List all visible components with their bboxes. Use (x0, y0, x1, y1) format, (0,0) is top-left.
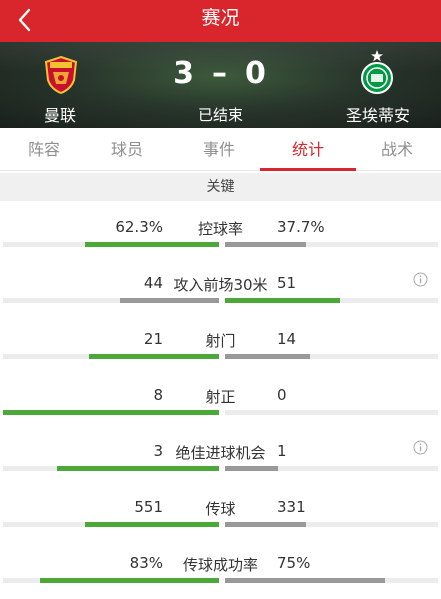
stat-row-shots: 21 射门 14 (0, 316, 441, 372)
home-stat-bar-track (3, 242, 219, 247)
away-stat-bar (225, 298, 341, 303)
stat-row-big-chances: 3 绝佳进球机会 1 (0, 428, 441, 484)
away-stat-bar (225, 466, 279, 471)
away-stat-bar-track (225, 522, 438, 527)
tab-lineup[interactable]: 阵容 (0, 128, 88, 170)
away-stat-bar-track (225, 242, 438, 247)
home-score: 3 (173, 56, 196, 91)
stat-name: 控球率 (197, 220, 243, 238)
away-stat-bar-track (225, 354, 438, 359)
stat-name: 攻入前场30米 (173, 276, 268, 294)
home-stat-value: 21 (143, 330, 163, 348)
away-team-name[interactable]: 圣埃蒂安 (338, 102, 418, 126)
stat-row-pass-accuracy: 83% 传球成功率 75% (0, 540, 441, 596)
home-stat-value: 83% (129, 554, 163, 572)
info-icon[interactable] (413, 440, 428, 455)
home-stat-bar (85, 242, 219, 247)
stat-name: 绝佳进球机会 (175, 444, 266, 462)
match-score-header: 曼联 3–0 已结束 圣埃蒂安 (0, 42, 441, 128)
info-icon[interactable] (413, 272, 428, 287)
match-tabs: 阵容 球员 事件 统计 战术 (0, 128, 441, 171)
tab-stats[interactable]: 统计 (260, 128, 356, 171)
home-stat-value: 44 (143, 274, 163, 292)
stat-row-final-third-entries: 44 攻入前场30米 51 (0, 260, 441, 316)
home-stat-bar (3, 410, 219, 415)
away-stat-bar (225, 242, 306, 247)
away-stat-bar-track (225, 410, 438, 415)
away-stat-value: 37.7% (277, 218, 325, 236)
away-stat-value: 0 (277, 386, 287, 404)
home-stat-bar (39, 578, 219, 583)
stats-list: 62.3% 控球率 37.7% 44 攻入前场30米 51 21 射门 14 8… (0, 204, 441, 596)
away-stat-bar (225, 578, 385, 583)
home-stat-bar-track (3, 522, 219, 527)
away-stat-value: 75% (277, 554, 311, 572)
stat-name: 传球 (205, 500, 236, 518)
stat-name: 射门 (205, 332, 236, 350)
home-stat-value: 62.3% (115, 218, 163, 236)
home-stat-bar (119, 298, 219, 303)
page-title: 赛况 (201, 7, 240, 29)
home-stat-bar (89, 354, 219, 359)
away-stat-value: 14 (277, 330, 297, 348)
home-stat-value: 551 (134, 498, 163, 516)
section-header-key: 关键 (0, 173, 441, 201)
away-team-logo-icon[interactable] (359, 50, 395, 94)
home-stat-bar-track (3, 298, 219, 303)
home-stat-bar-track (3, 578, 219, 583)
tab-events[interactable]: 事件 (175, 128, 263, 170)
away-stat-value: 1 (277, 442, 287, 460)
stat-row-shots-on-target: 8 射正 0 (0, 372, 441, 428)
away-stat-value: 331 (277, 498, 306, 516)
home-stat-bar (85, 522, 219, 527)
score-separator: – (212, 56, 229, 91)
home-stat-value: 8 (153, 386, 163, 404)
away-stat-bar-track (225, 466, 438, 471)
stat-name: 射正 (205, 388, 236, 406)
away-stat-bar (225, 354, 311, 359)
stat-name: 传球成功率 (182, 556, 258, 574)
top-navbar: 赛况 (0, 0, 441, 42)
tab-tactics[interactable]: 战术 (353, 128, 441, 170)
away-stat-value: 51 (277, 274, 297, 292)
tab-players[interactable]: 球员 (83, 128, 171, 170)
away-stat-bar (225, 522, 306, 527)
home-stat-bar-track (3, 354, 219, 359)
home-stat-bar-track (3, 410, 219, 415)
home-stat-bar-track (3, 466, 219, 471)
away-stat-bar-track (225, 578, 438, 583)
away-score: 0 (245, 56, 268, 91)
away-stat-bar-track (225, 298, 438, 303)
home-stat-bar (57, 466, 219, 471)
stat-row-possession: 62.3% 控球率 37.7% (0, 204, 441, 260)
stat-row-passes: 551 传球 331 (0, 484, 441, 540)
home-stat-value: 3 (153, 442, 163, 460)
